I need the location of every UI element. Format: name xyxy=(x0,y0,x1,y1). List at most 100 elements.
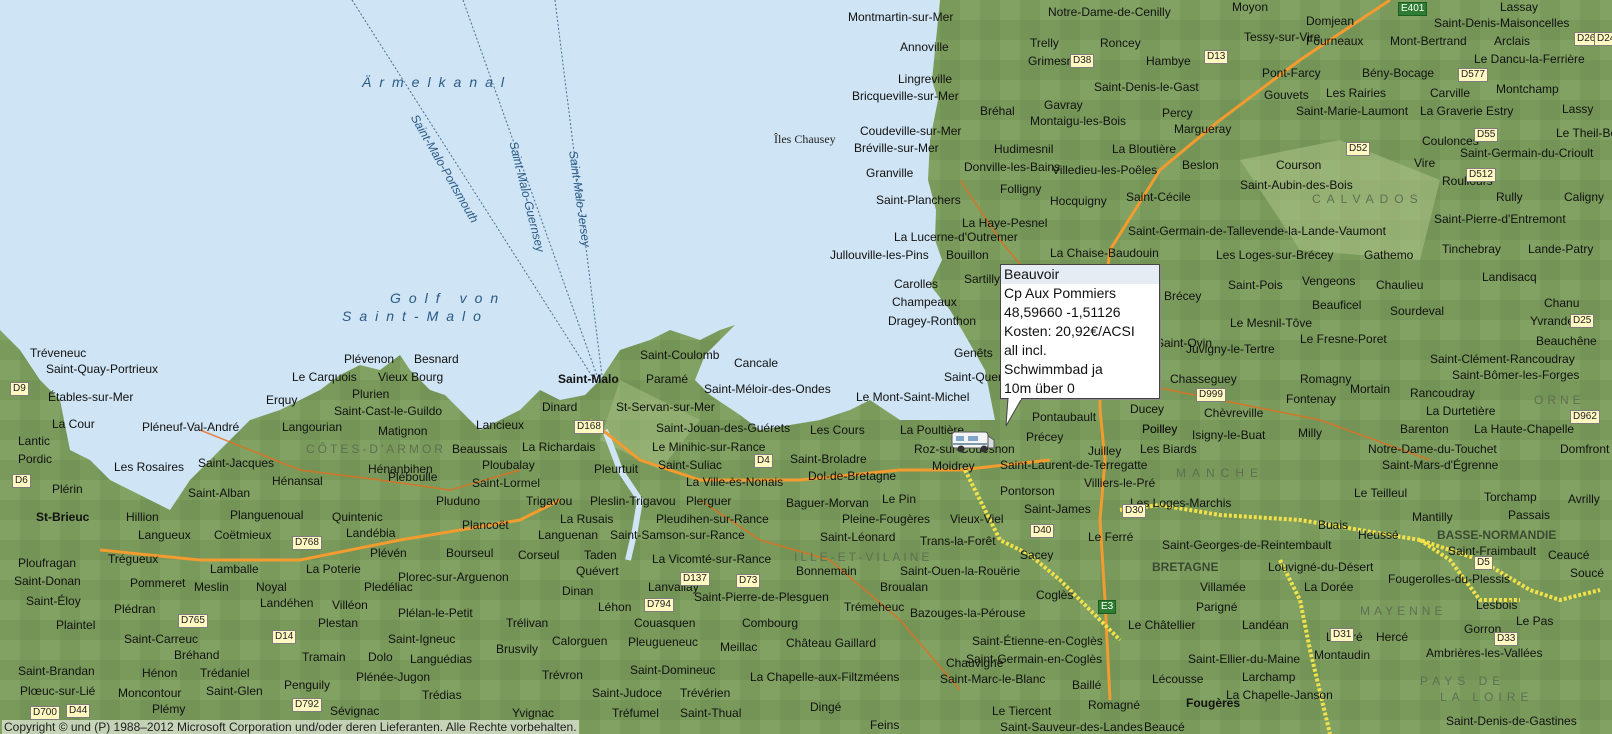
place-label: Les Loges-sur-Brécey xyxy=(1216,248,1334,262)
place-label: Trévron xyxy=(542,668,583,682)
place-label: Vieux-Viel xyxy=(950,512,1004,526)
place-label: Villéon xyxy=(332,598,368,612)
place-label: Saint-Jouan-des-Guérets xyxy=(656,421,791,435)
place-label: Le Teilleul xyxy=(1354,486,1408,500)
place-label: Granville xyxy=(866,166,914,180)
place-label: Heussé xyxy=(1358,528,1399,542)
place-label: Trédias xyxy=(422,688,462,702)
place-label: Chanu xyxy=(1544,296,1580,310)
place-label: La Chaise-Baudouin xyxy=(1050,246,1159,260)
map-canvas[interactable]: Ärmelkanal Golf von Saint-Malo Saint-Mal… xyxy=(0,0,1612,734)
place-label: La Richardais xyxy=(522,440,596,454)
place-label: Trélivan xyxy=(506,616,549,630)
place-label: Saint-Germain-de-Tallevende-la-Lande-Vau… xyxy=(1128,224,1386,238)
place-label: Les Rosaires xyxy=(114,460,185,474)
place-label: Besnard xyxy=(414,352,459,366)
place-label: Torchamp xyxy=(1484,490,1537,504)
place-label: La Durtetière xyxy=(1426,404,1496,418)
place-label: Trigavou xyxy=(526,494,573,508)
region-label: CÔTES-D'ARMOR xyxy=(306,442,446,456)
place-label: Plémy xyxy=(152,702,186,716)
place-label: Landéan xyxy=(1242,618,1289,632)
place-label: Rully xyxy=(1496,190,1523,204)
place-label: Le Mesnil-Tôve xyxy=(1230,316,1313,330)
place-label: Gathemo xyxy=(1364,248,1414,262)
place-label: Le Theil-Bocage xyxy=(1556,126,1612,140)
place-label: Le Minihic-sur-Rance xyxy=(652,440,766,454)
place-label: Langueux xyxy=(138,528,191,542)
place-label: Sartilly xyxy=(964,272,1001,286)
place-label: Sacey xyxy=(1020,548,1054,562)
place-label: Plédran xyxy=(114,602,156,616)
place-label: Saint-Suliac xyxy=(658,458,723,472)
place-label: Saint-Denis-de-Gastines xyxy=(1446,714,1577,728)
place-label: Saint-Cast-le-Guildo xyxy=(334,404,443,418)
place-label: Annoville xyxy=(900,40,949,54)
place-label: Combourg xyxy=(742,616,799,630)
place-label: Plévenon xyxy=(344,352,395,366)
place-label: Domfront xyxy=(1560,442,1610,456)
place-label: Saint-James xyxy=(1024,502,1091,516)
place-label: Saint-Glen xyxy=(206,684,263,698)
place-label: Ambrières-les-Vallées xyxy=(1426,646,1543,660)
campsite-popup[interactable]: Beauvoir Cp Aux Pommiers 48,59660 -1,511… xyxy=(1000,264,1160,399)
place-label: Pléboulle xyxy=(388,470,438,484)
place-label: Trémeheuc xyxy=(844,600,905,614)
place-label: Plaintel xyxy=(56,618,96,632)
place-label: Saint-Méloir-des-Ondes xyxy=(704,382,831,396)
place-label: Le Carquois xyxy=(292,370,357,384)
place-label: Erquy xyxy=(266,393,298,407)
place-label: Romagné xyxy=(1088,698,1141,712)
road-shield: D765 xyxy=(178,614,208,628)
place-label: Tinchebray xyxy=(1442,242,1501,256)
place-label: Chauvigné xyxy=(946,656,1004,670)
place-label: Lancieux xyxy=(476,418,525,432)
place-label: Le Pin xyxy=(882,492,917,506)
place-label: Plancoët xyxy=(462,518,509,532)
gulf-label-line1: Golf von xyxy=(390,290,507,306)
place-label: Soucé xyxy=(1570,566,1605,580)
place-label: Bréhal xyxy=(980,104,1015,118)
place-label: Rancoudray xyxy=(1410,386,1475,400)
place-label: Le Châtellier xyxy=(1128,618,1196,632)
camper-van-icon[interactable] xyxy=(950,428,996,454)
place-label: Léhon xyxy=(598,600,632,614)
place-label: Saint-Domineuc xyxy=(630,663,716,677)
place-label: Penguily xyxy=(284,678,331,692)
place-label: Carville xyxy=(1430,86,1471,100)
place-label: Montchamp xyxy=(1496,82,1559,96)
place-label: Beauchêne xyxy=(1536,334,1597,348)
place-label: Fourneaux xyxy=(1306,34,1364,48)
place-label: La Lucerne-d'Outremer xyxy=(894,230,1018,244)
region-label: CALVADOS xyxy=(1312,192,1424,206)
place-label: Saint-Donan xyxy=(14,574,81,588)
place-label: Landisacq xyxy=(1482,270,1537,284)
place-label: Saint-Planchers xyxy=(876,193,961,207)
place-label: Yvignac xyxy=(512,706,555,720)
place-label: Trans-la-Forêt xyxy=(920,534,996,548)
place-label: Étables-sur-Mer xyxy=(48,390,134,404)
popup-line: 10m über 0 xyxy=(1004,380,1075,396)
place-label: Ploufragan xyxy=(18,556,77,570)
place-label: Précey xyxy=(1026,430,1064,444)
place-label: Gavray xyxy=(1044,98,1083,112)
place-label: Plénée-Jugon xyxy=(356,670,431,684)
place-label: Chèvreville xyxy=(1204,406,1264,420)
road-shield: D6 xyxy=(12,474,31,488)
place-label: Lamballe xyxy=(210,562,259,576)
place-label: Baillé xyxy=(1072,678,1102,692)
place-label: Trévérien xyxy=(680,686,731,700)
place-label: Saint-Éloy xyxy=(26,594,81,608)
place-label: Le Dancu-la-Ferrière xyxy=(1474,52,1585,66)
place-label: Dolo xyxy=(368,650,393,664)
place-label: Le Pas xyxy=(1516,614,1554,628)
popup-pointer xyxy=(1005,398,1023,427)
place-label: Lande-Patry xyxy=(1528,242,1594,256)
place-label: Vieux Bourg xyxy=(378,370,444,384)
place-label: Milly xyxy=(1298,426,1322,440)
place-label: Pleugueneuc xyxy=(628,635,699,649)
place-label: Moncontour xyxy=(118,686,182,700)
place-label: La Bloutière xyxy=(1112,142,1177,156)
place-label: Saint-Sauveur-des-Landes xyxy=(1000,720,1143,734)
place-label: Corseul xyxy=(518,548,560,562)
